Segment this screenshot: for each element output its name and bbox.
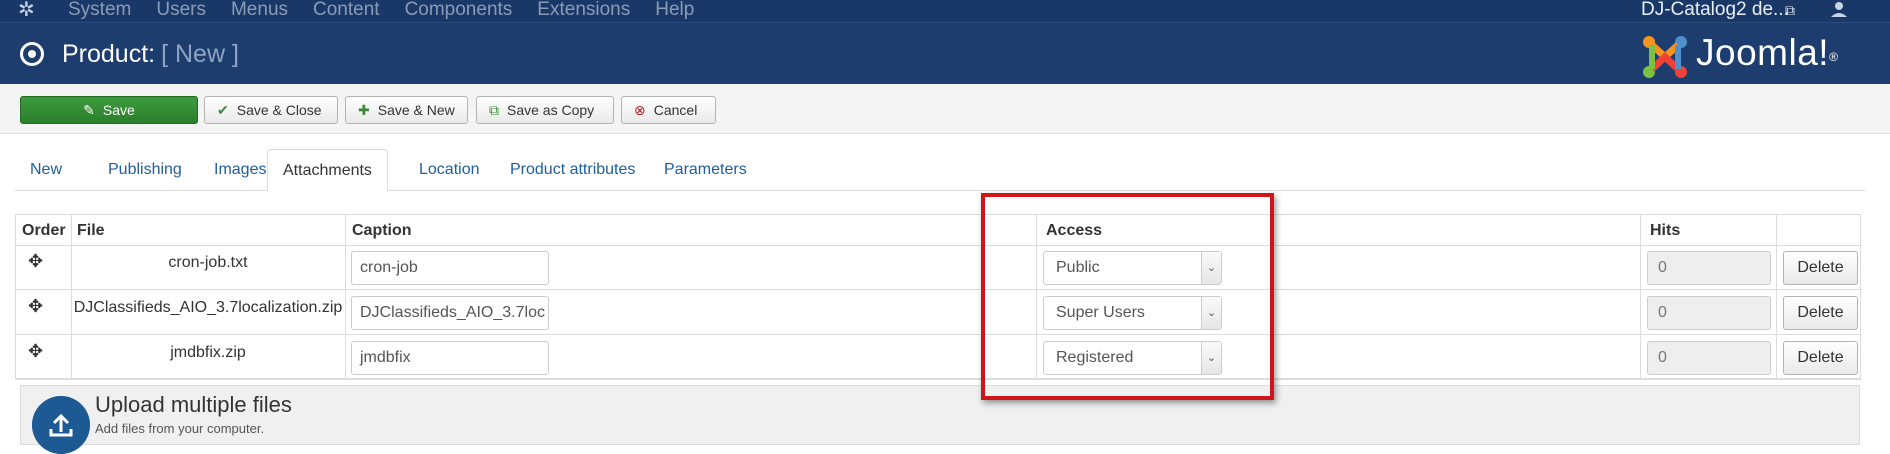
tab-attachments[interactable]: Attachments	[267, 149, 388, 192]
move-icon[interactable]: ✥	[28, 297, 46, 315]
table-header: Order File Caption Access Hits	[16, 215, 1862, 246]
check-icon: ✔	[217, 102, 229, 118]
col-access: Access	[1046, 222, 1103, 239]
menu-system[interactable]: System	[68, 0, 131, 22]
edit-icon: ✎	[83, 102, 95, 118]
copy-icon: ⧉	[489, 102, 499, 118]
save-new-button[interactable]: ✚ Save & New	[345, 96, 468, 124]
attachments-table: Order File Caption Access Hits ✥ cron-jo…	[15, 214, 1862, 380]
cancel-button[interactable]: ⊗ Cancel	[621, 96, 716, 124]
external-link-icon[interactable]: ⧉	[1785, 2, 1795, 19]
menu-help[interactable]: Help	[655, 0, 694, 22]
chevron-down-icon: ⌄	[1201, 297, 1221, 329]
toolbar: ✎ Save ✔ Save & Close ✚ Save & New ⧉ Sav…	[0, 84, 1890, 134]
move-icon[interactable]: ✥	[28, 342, 46, 360]
plus-icon: ✚	[358, 102, 370, 118]
save-close-button[interactable]: ✔ Save & Close	[204, 96, 338, 124]
upload-title: Upload multiple files	[95, 392, 292, 417]
col-hits: Hits	[1650, 222, 1681, 239]
page-header: Product:[ New ] Joomla!®	[0, 22, 1890, 84]
caption-input[interactable]: cron-job	[351, 251, 549, 285]
page-title-text: Product:	[62, 40, 156, 68]
access-select[interactable]: Registered ⌄	[1043, 341, 1222, 375]
col-order: Order	[22, 222, 66, 239]
upload-icon[interactable]	[32, 396, 90, 454]
col-file: File	[77, 222, 105, 239]
joomla-menu-icon[interactable]: ✲	[18, 0, 44, 22]
page-title-state: [ New ]	[161, 40, 239, 68]
joomla-logo-text: Joomla!®	[1696, 32, 1839, 73]
table-row: ✥ DJClassifieds_AIO_3.7localization.zip …	[16, 291, 1862, 335]
access-select[interactable]: Public ⌄	[1043, 251, 1222, 285]
access-select[interactable]: Super Users ⌄	[1043, 296, 1222, 330]
caption-input[interactable]: jmdbfix	[351, 341, 549, 375]
hits-field: 0	[1647, 251, 1771, 285]
tab-product-attributes[interactable]: Product attributes	[495, 149, 650, 191]
hits-field: 0	[1647, 296, 1771, 330]
admin-menu-bar: ✲ System Users Menus Content Components …	[0, 0, 1890, 22]
hits-field: 0	[1647, 341, 1771, 375]
menu-menus[interactable]: Menus	[231, 0, 288, 22]
tab-new[interactable]: New	[15, 149, 77, 191]
col-caption: Caption	[352, 222, 412, 239]
product-icon	[20, 42, 44, 66]
upload-panel[interactable]: Upload multiple files Add files from you…	[20, 385, 1860, 454]
menu-users[interactable]: Users	[156, 0, 206, 22]
menu-extensions[interactable]: Extensions	[537, 0, 630, 22]
tab-parameters[interactable]: Parameters	[649, 149, 762, 191]
file-name: DJClassifieds_AIO_3.7localization.zip	[73, 299, 343, 316]
table-row: ✥ jmdbfix.zip jmdbfix Registered ⌄ 0 Del…	[16, 336, 1862, 380]
cancel-icon: ⊗	[634, 102, 646, 118]
admin-menu: System Users Menus Content Components Ex…	[68, 0, 719, 22]
delete-button[interactable]: Delete	[1783, 296, 1858, 330]
tab-bar: New Publishing Images Attachments Locati…	[15, 149, 1865, 192]
user-icon[interactable]	[1828, 0, 1850, 22]
file-name: jmdbfix.zip	[170, 344, 246, 361]
table-row: ✥ cron-job.txt cron-job Public ⌄ 0 Delet…	[16, 246, 1862, 290]
save-button[interactable]: ✎ Save	[20, 96, 198, 124]
delete-button[interactable]: Delete	[1783, 341, 1858, 375]
file-name: cron-job.txt	[168, 254, 248, 271]
move-icon[interactable]: ✥	[28, 252, 46, 270]
tab-location[interactable]: Location	[404, 149, 495, 191]
save-copy-button[interactable]: ⧉ Save as Copy	[476, 96, 614, 124]
page-title: Product:[ New ]	[62, 40, 239, 68]
caption-input[interactable]: DJClassifieds_AIO_3.7loc	[351, 296, 549, 330]
delete-button[interactable]: Delete	[1783, 251, 1858, 285]
chevron-down-icon: ⌄	[1201, 252, 1221, 284]
menu-content[interactable]: Content	[313, 0, 380, 22]
chevron-down-icon: ⌄	[1201, 342, 1221, 374]
site-link[interactable]: DJ-Catalog2 de...	[1641, 0, 1789, 20]
menu-components[interactable]: Components	[405, 0, 513, 22]
tab-publishing[interactable]: Publishing	[93, 149, 197, 191]
